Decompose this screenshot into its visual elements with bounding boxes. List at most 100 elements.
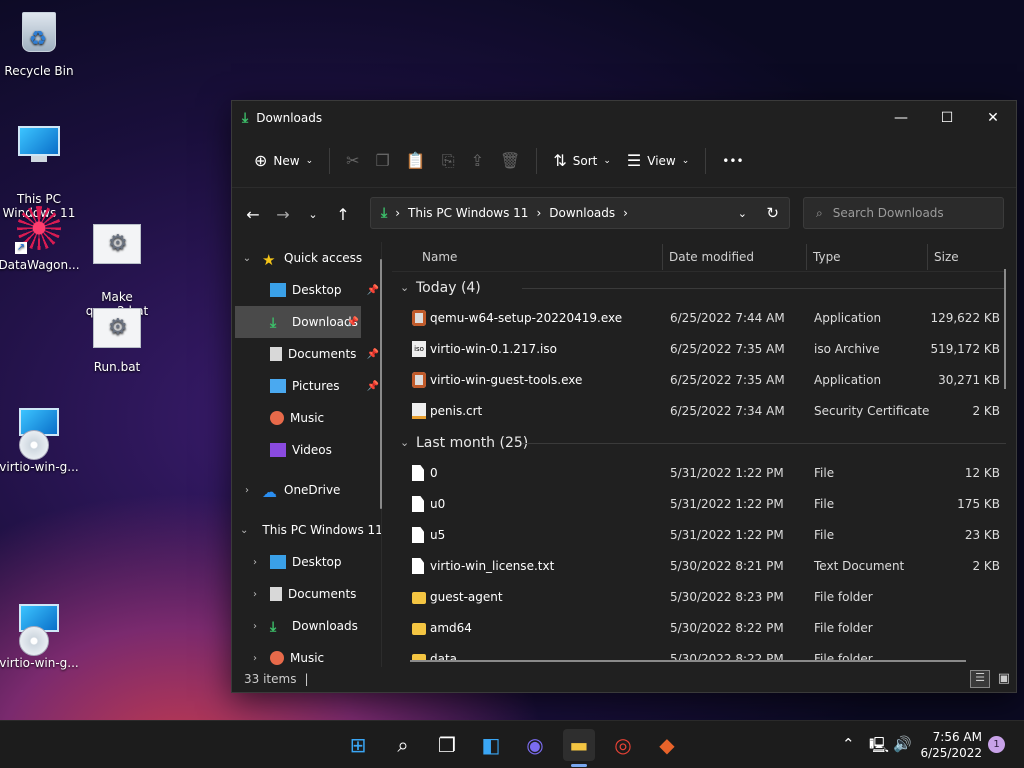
file-icon (412, 496, 424, 512)
group-header[interactable]: ⌄ Today (4) (392, 272, 1006, 303)
details-view-button[interactable]: ☰ (970, 670, 990, 688)
search-taskbar-button[interactable]: ⌕ (387, 729, 419, 761)
close-button[interactable]: ✕ (970, 101, 1016, 134)
file-name: u0 (430, 497, 446, 511)
file-row[interactable]: qemu-w64-setup-20220419.exe 6/25/2022 7:4… (392, 303, 1006, 334)
nav-label: Music (290, 651, 325, 665)
nav-this-pc[interactable]: ⌄ This PC Windows 11 (232, 514, 381, 546)
address-bar[interactable]: ⤓ › This PC Windows 11 › Downloads › ⌄ ↻ (370, 197, 790, 229)
file-size: 129,622 KB (930, 311, 1000, 325)
column-header-name[interactable]: Name (422, 250, 457, 264)
task-view-button[interactable]: ❐ (431, 729, 463, 761)
breadcrumb-downloads[interactable]: Downloads (549, 206, 615, 220)
horizontal-scrollbar[interactable] (410, 660, 966, 662)
minimize-button[interactable]: — (878, 101, 924, 134)
back-button[interactable]: ← (238, 205, 268, 224)
network-icon[interactable]: 🖳 (869, 735, 889, 760)
nav-scrollbar[interactable] (380, 259, 382, 509)
chevron-down-icon: ⌄ (242, 252, 252, 264)
nav-label: Downloads (292, 619, 358, 633)
new-button[interactable]: ⊕ New ⌄ (246, 145, 321, 176)
breadcrumb-separator: › (536, 206, 542, 220)
nav-quick-access[interactable]: ⌄ ★ Quick access (232, 242, 381, 274)
file-name: penis.crt (430, 404, 483, 418)
nav-item-videos[interactable]: Videos (232, 434, 381, 466)
tiles-view-button[interactable]: ▣ (998, 671, 1010, 686)
recent-locations-button[interactable]: ⌄ (298, 208, 328, 221)
file-row[interactable]: guest-agent 5/30/2022 8:23 PM File folder (392, 582, 1006, 613)
chrome-button[interactable]: ◎ (607, 729, 639, 761)
view-label: View (647, 153, 676, 168)
desktop-icon-virtio-1[interactable]: virtio-win-g... (0, 402, 81, 474)
column-header-type[interactable]: Type (806, 243, 841, 270)
clock[interactable]: 7:56 AM 6/25/2022 (920, 729, 982, 761)
nav-item-documents[interactable]: Documents 📌 (232, 338, 381, 370)
teams-chat-button[interactable]: ◉ (519, 729, 551, 761)
search-input[interactable]: ⌕ Search Downloads (803, 197, 1004, 229)
share-button[interactable]: ⇪ (463, 145, 492, 176)
installer-icon (412, 372, 426, 388)
up-button[interactable]: ↑ (328, 205, 358, 224)
music-icon (270, 651, 284, 665)
taskbar: ⊞ ⌕ ❐ ◧ ◉ ▬ ◎ ◆ ⌃ 🖳 🔊 7:56 AM 6/25/2022 … (0, 720, 1024, 768)
file-row[interactable]: u5 5/31/2022 1:22 PM File 23 KB (392, 520, 1006, 551)
nav-pc-downloads[interactable]: › ⤓ Downloads (232, 610, 381, 642)
desktop-icon-virtio-2[interactable]: virtio-win-g... (0, 598, 81, 670)
download-icon: ⤓ (270, 315, 277, 331)
copy-button[interactable]: ❐ (368, 145, 398, 176)
nav-item-music[interactable]: Music (232, 402, 381, 434)
refresh-icon[interactable]: ↻ (766, 204, 779, 222)
rename-button[interactable]: ⎘ (434, 145, 463, 177)
start-button[interactable]: ⊞ (342, 729, 374, 761)
nav-item-downloads[interactable]: ⤓ Downloads 📌 (235, 306, 361, 338)
nav-pc-documents[interactable]: › Documents (232, 578, 381, 610)
nav-onedrive[interactable]: › ☁ OneDrive (232, 474, 381, 506)
volume-icon[interactable]: 🔊 (893, 735, 912, 753)
address-history-dropdown[interactable]: ⌄ (738, 207, 747, 220)
clock-date: 6/25/2022 (920, 746, 982, 760)
address-row: ← → ⌄ ↑ ⤓ › This PC Windows 11 › Downloa… (232, 189, 1016, 239)
nav-item-desktop[interactable]: Desktop 📌 (232, 274, 381, 306)
notification-badge[interactable]: 1 (988, 736, 1005, 753)
divider (536, 147, 538, 174)
file-row[interactable]: penis.crt 6/25/2022 7:34 AM Security Certi… (392, 396, 1006, 427)
file-row[interactable]: virtio-win_license.txt 5/30/2022 8:21 PM T… (392, 551, 1006, 582)
app-taskbar-button[interactable]: ◆ (651, 729, 683, 761)
group-header[interactable]: ⌄ Last month (25) (392, 427, 1006, 458)
file-row[interactable]: 0 5/31/2022 1:22 PM File 12 KB (392, 458, 1006, 489)
document-icon (270, 587, 282, 601)
sort-button[interactable]: ⇅ Sort ⌄ (545, 145, 619, 176)
cut-button[interactable]: ✂ (338, 145, 367, 176)
column-header-size[interactable]: Size (927, 243, 959, 270)
maximize-button[interactable]: ☐ (924, 101, 970, 134)
file-row[interactable]: amd64 5/30/2022 8:22 PM File folder (392, 613, 1006, 644)
chevron-up-icon[interactable]: ⌃ (842, 735, 855, 753)
desktop-icon-datawagon[interactable]: ↗ DataWagon... (0, 206, 81, 272)
more-options-button[interactable]: ••• (714, 148, 751, 174)
nav-pc-desktop[interactable]: › Desktop (232, 546, 381, 578)
file-name: virtio-win_license.txt (430, 559, 555, 573)
file-type: File (814, 466, 835, 480)
file-row[interactable]: u0 5/31/2022 1:22 PM File 175 KB (392, 489, 1006, 520)
desktop-icon-run-bat[interactable]: Run.bat (75, 304, 159, 374)
breadcrumb-this-pc[interactable]: This PC Windows 11 (408, 206, 528, 220)
paste-button[interactable]: 📋 (398, 145, 434, 176)
recycle-bin-icon (15, 12, 63, 60)
group-divider (522, 443, 1006, 444)
forward-button[interactable]: → (268, 205, 298, 224)
widgets-button[interactable]: ◧ (475, 729, 507, 761)
nav-item-pictures[interactable]: Pictures 📌 (232, 370, 381, 402)
search-placeholder: Search Downloads (832, 206, 944, 220)
window-title: Downloads (256, 110, 323, 125)
file-row[interactable]: iso virtio-win-0.1.217.iso 6/25/2022 7:35 … (392, 334, 1006, 365)
iso-icon: iso (412, 341, 426, 357)
file-explorer-taskbar-button[interactable]: ▬ (563, 729, 595, 761)
delete-button[interactable]: 🗑 (492, 145, 528, 176)
file-row[interactable]: virtio-win-guest-tools.exe 6/25/2022 7:35… (392, 365, 1006, 396)
desktop-icon-recycle-bin[interactable]: Recycle Bin (0, 8, 81, 78)
nav-pc-music[interactable]: › Music (232, 642, 381, 667)
view-button[interactable]: ☰ View ⌄ (619, 145, 697, 176)
column-header-date[interactable]: Date modified (662, 243, 754, 270)
nav-label: Pictures (292, 379, 340, 393)
vertical-scrollbar[interactable] (1004, 269, 1006, 389)
